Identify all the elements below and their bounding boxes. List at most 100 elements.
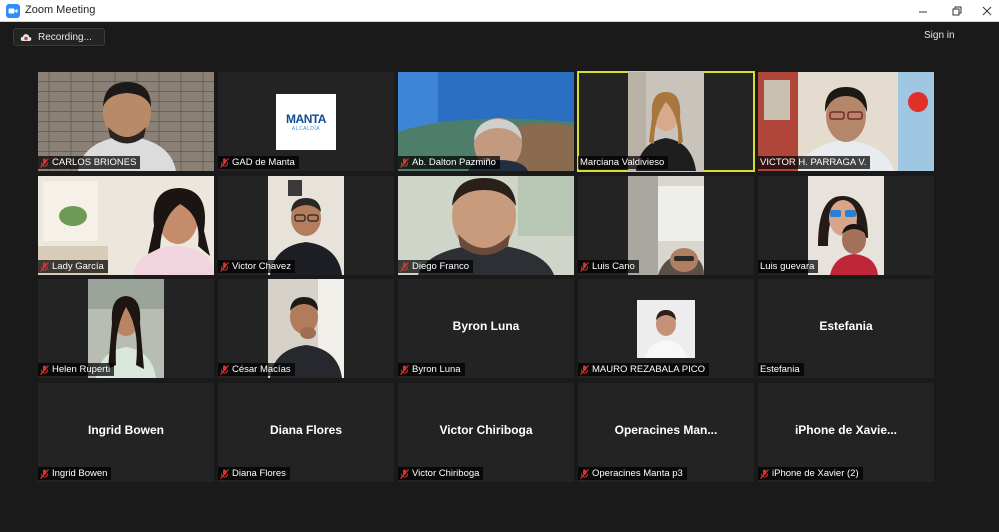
- participant-name: Luis Cano: [592, 261, 635, 272]
- participant-tile[interactable]: Ingrid Bowen Ingrid Bowen: [38, 383, 214, 482]
- mic-muted-icon: [40, 157, 49, 168]
- recording-indicator[interactable]: Recording...: [13, 28, 105, 46]
- minimize-icon: [919, 11, 927, 13]
- restore-button[interactable]: [940, 0, 974, 22]
- participant-name-tag: César Macías: [218, 363, 295, 376]
- participant-name: Marciana Valdivieso: [580, 157, 665, 168]
- participant-tile[interactable]: Helen Ruperti: [38, 279, 214, 378]
- participant-name: Byron Luna: [412, 364, 461, 375]
- restore-icon: [952, 6, 962, 16]
- meeting-stage: Recording... Sign in CARLOS BRIONES MANT…: [0, 23, 999, 532]
- participant-name: iPhone de Xavier (2): [772, 468, 859, 479]
- participant-display-name: Operacines Man...: [614, 423, 718, 437]
- window-title: Zoom Meeting: [25, 4, 96, 16]
- logo-subtext: ALCALDÍA: [291, 126, 321, 132]
- mic-muted-icon: [220, 468, 229, 479]
- mic-muted-icon: [220, 364, 229, 375]
- participant-tile[interactable]: iPhone de Xavie... iPhone de Xavier (2): [758, 383, 934, 482]
- participant-name: Victor Chiriboga: [412, 468, 480, 479]
- participant-name: Victor Chavez: [232, 261, 291, 272]
- mic-muted-icon: [400, 157, 409, 168]
- participant-display-name: Byron Luna: [452, 319, 520, 333]
- mic-muted-icon: [580, 468, 589, 479]
- zoom-logo-icon: [6, 4, 20, 18]
- minimize-button[interactable]: [906, 0, 940, 22]
- participant-display-name: Diana Flores: [269, 423, 343, 437]
- participant-name-tag: Marciana Valdivieso: [578, 156, 669, 169]
- participant-tile[interactable]: MAURO REZABALA PICO: [578, 279, 754, 378]
- participant-name: Operacines Manta p3: [592, 468, 683, 479]
- mic-muted-icon: [580, 364, 589, 375]
- mic-muted-icon: [40, 364, 49, 375]
- participant-tile[interactable]: VICTOR H. PARRAGA V.: [758, 72, 934, 171]
- participant-name-tag: Victor Chavez: [218, 260, 295, 273]
- participant-name: César Macías: [232, 364, 291, 375]
- participant-name: Helen Ruperti: [52, 364, 111, 375]
- participant-tile-active-speaker[interactable]: Marciana Valdivieso: [577, 71, 755, 172]
- participant-name-tag: Estefania: [758, 363, 804, 376]
- mic-muted-icon: [760, 468, 769, 479]
- participant-name-tag: Diana Flores: [218, 467, 290, 480]
- recording-label: Recording...: [38, 31, 92, 43]
- mic-muted-icon: [400, 261, 409, 272]
- participant-display-name: iPhone de Xavie...: [794, 423, 898, 437]
- participant-name: Diego Franco: [412, 261, 470, 272]
- window-titlebar: Zoom Meeting: [0, 0, 999, 22]
- participant-name-tag: Victor Chiriboga: [398, 467, 484, 480]
- participant-name: Lady García: [52, 261, 104, 272]
- participant-name-tag: Luis guevara: [758, 260, 819, 273]
- participant-name: MAURO REZABALA PICO: [592, 364, 705, 375]
- mic-muted-icon: [220, 261, 229, 272]
- participant-tile[interactable]: Estefania Estefania: [758, 279, 934, 378]
- participant-display-name: Ingrid Bowen: [88, 423, 164, 437]
- participant-tile[interactable]: Luis guevara: [758, 176, 934, 275]
- participant-tile[interactable]: Diego Franco: [398, 176, 574, 275]
- participant-name: Ab. Dalton Pazmiño: [412, 157, 496, 168]
- participant-tile[interactable]: Operacines Man... Operacines Manta p3: [578, 383, 754, 482]
- participant-name-tag: Byron Luna: [398, 363, 465, 376]
- participant-name-tag: CARLOS BRIONES: [38, 156, 141, 169]
- participant-tile[interactable]: Byron Luna Byron Luna: [398, 279, 574, 378]
- participant-name-tag: Luis Cano: [578, 260, 639, 273]
- participant-name-tag: iPhone de Xavier (2): [758, 467, 863, 480]
- participant-name-tag: Ingrid Bowen: [38, 467, 112, 480]
- participant-tile[interactable]: Victor Chiriboga Victor Chiriboga: [398, 383, 574, 482]
- participant-name-tag: MAURO REZABALA PICO: [578, 363, 709, 376]
- participant-name: Ingrid Bowen: [52, 468, 108, 479]
- participant-name-tag: VICTOR H. PARRAGA V.: [758, 156, 871, 169]
- close-icon: [982, 6, 992, 16]
- mic-muted-icon: [400, 468, 409, 479]
- participant-name: Estefania: [760, 364, 800, 375]
- logo-text: MANTA: [286, 112, 326, 126]
- participant-name-tag: Ab. Dalton Pazmiño: [398, 156, 500, 169]
- participant-name: GAD de Manta: [232, 157, 295, 168]
- participant-name: CARLOS BRIONES: [52, 157, 137, 168]
- mic-muted-icon: [40, 261, 49, 272]
- signin-link[interactable]: Sign in: [924, 30, 955, 41]
- participant-tile[interactable]: Lady García: [38, 176, 214, 275]
- participant-profile-photo: [637, 300, 695, 358]
- mic-muted-icon: [400, 364, 409, 375]
- participant-name-tag: GAD de Manta: [218, 156, 299, 169]
- participant-display-name: Estefania: [819, 319, 873, 333]
- organization-logo: MANTA ALCALDÍA: [276, 94, 336, 150]
- participant-name: Luis guevara: [760, 261, 815, 272]
- participant-name-tag: Helen Ruperti: [38, 363, 115, 376]
- participant-tile[interactable]: Luis Cano: [578, 176, 754, 275]
- participant-tile[interactable]: CARLOS BRIONES: [38, 72, 214, 171]
- participant-tile[interactable]: Diana Flores Diana Flores: [218, 383, 394, 482]
- participant-video: [808, 176, 884, 275]
- mic-muted-icon: [220, 157, 229, 168]
- participant-name-tag: Operacines Manta p3: [578, 467, 687, 480]
- participant-name: Diana Flores: [232, 468, 286, 479]
- participant-tile[interactable]: César Macías: [218, 279, 394, 378]
- participant-name-tag: Diego Franco: [398, 260, 474, 273]
- participant-tile[interactable]: MANTA ALCALDÍA GAD de Manta: [218, 72, 394, 171]
- mic-muted-icon: [40, 468, 49, 479]
- cloud-recording-icon: [20, 33, 32, 41]
- participant-tile[interactable]: Ab. Dalton Pazmiño: [398, 72, 574, 171]
- close-button[interactable]: [970, 0, 999, 22]
- participant-tile[interactable]: Victor Chavez: [218, 176, 394, 275]
- participant-name-tag: Lady García: [38, 260, 108, 273]
- participant-display-name: Victor Chiriboga: [439, 423, 533, 437]
